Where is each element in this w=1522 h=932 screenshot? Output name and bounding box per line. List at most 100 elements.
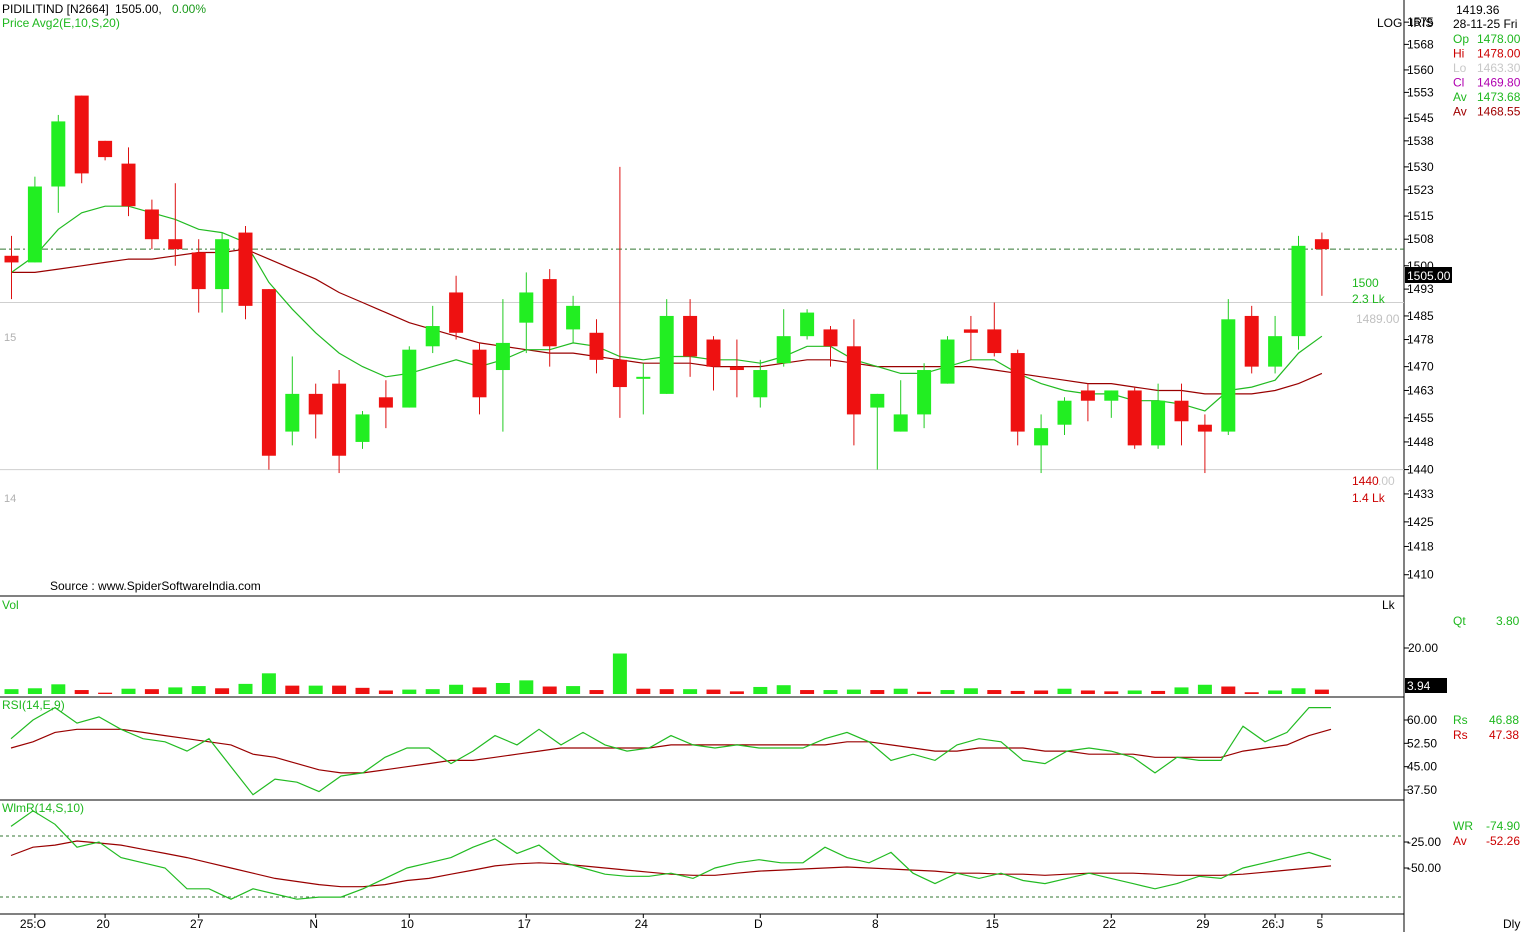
- candle-body: [215, 239, 230, 290]
- volume-bar: [238, 683, 253, 694]
- candle-body: [1291, 245, 1306, 337]
- volume-tick: 20.00: [1408, 641, 1438, 655]
- wmr-av-value: -52.26: [1486, 834, 1520, 848]
- rsi-rs1-label: Rs: [1453, 713, 1468, 727]
- volume-bar: [589, 690, 604, 694]
- support-volume: 1.4 Lk: [1352, 491, 1386, 505]
- candle-body: [800, 312, 815, 337]
- candle-body: [168, 239, 183, 250]
- candle-body: [542, 279, 557, 347]
- rsi-axis: 60.00 52.50 45.00 37.50: [1404, 713, 1437, 797]
- wmr-line: [10, 810, 1332, 900]
- rsi-tick-label: 37.50: [1407, 783, 1437, 797]
- indicator-label: Price Avg2(E,10,S,20): [2, 16, 120, 30]
- ohlc-value: 1468.55: [1477, 105, 1521, 119]
- candle-body: [1080, 390, 1095, 401]
- ohlc-label: Av: [1453, 90, 1467, 104]
- volume-bar: [1291, 688, 1306, 694]
- price-tick-label: 1425: [1407, 515, 1434, 529]
- rsi-line: [10, 706, 1331, 796]
- symbol-title: PIDILITIND [N2664]: [2, 2, 109, 16]
- candle-body: [729, 366, 744, 371]
- volume-bar: [402, 689, 417, 694]
- candle-body: [963, 329, 978, 333]
- volume-bar: [917, 691, 932, 694]
- volume-bar: [963, 688, 978, 694]
- volume-bar: [1010, 690, 1025, 694]
- volume-bar: [1080, 690, 1095, 694]
- candle-body: [355, 414, 370, 442]
- volume-bar: [1034, 690, 1049, 694]
- price-tick-label: 1433: [1407, 487, 1434, 501]
- volume-bar: [261, 673, 276, 694]
- candle-body: [4, 255, 19, 263]
- ohlc-value: 1478.00: [1477, 32, 1521, 46]
- candle-body: [566, 305, 581, 330]
- date-tick-label: 10: [401, 917, 415, 931]
- volume-bar: [870, 690, 885, 694]
- price-tick-label: 1448: [1407, 435, 1434, 449]
- date-tick-label: 5: [1317, 917, 1324, 931]
- volume-bar: [823, 690, 838, 694]
- candle-body: [1268, 336, 1283, 367]
- qt-label: Qt: [1453, 614, 1466, 628]
- volume-bar: [846, 689, 861, 694]
- price-tick-label: 1470: [1407, 360, 1434, 374]
- volume-bar: [51, 684, 66, 694]
- candle-body: [683, 315, 698, 357]
- current-price-tag: 1505.00: [1407, 269, 1451, 283]
- wmr-tick-label: -25.00: [1407, 835, 1441, 849]
- volume-bar: [472, 687, 487, 694]
- candle-body: [917, 370, 932, 415]
- volume-unit: Lk: [1382, 598, 1396, 612]
- log-scale-label: LOG: [1377, 16, 1402, 30]
- ohlc-value: 1478.00: [1477, 47, 1521, 61]
- support-price-tail: .00: [1378, 474, 1395, 488]
- date-tick-label: 29: [1196, 917, 1210, 931]
- price-axis: 1575 1568 1560 1553 1545 1538 1530 1523 1515 1508…: [1404, 15, 1434, 582]
- candle-body: [472, 349, 487, 398]
- price-tick-label: 1478: [1407, 333, 1434, 347]
- ohlc-label: Av: [1453, 105, 1467, 119]
- wmr-signal-line: [10, 840, 1332, 888]
- candle-body: [425, 326, 440, 347]
- price-tick-label: 1455: [1407, 411, 1434, 425]
- candle-body: [1057, 400, 1072, 425]
- rsi-rs2-value: 47.38: [1489, 728, 1519, 742]
- date-tick-label: 25:O: [20, 917, 46, 931]
- last-price: 1505.00,: [115, 2, 162, 16]
- volume-bar: [191, 686, 206, 694]
- volume-bar: [612, 653, 627, 694]
- volume-bar: [753, 686, 768, 694]
- volume-bar: [285, 685, 300, 694]
- volume-bar: [1057, 688, 1072, 694]
- support-price: 1440: [1352, 474, 1379, 488]
- wmr-av-label: Av: [1453, 834, 1467, 848]
- price-tick-label: 1553: [1407, 85, 1434, 99]
- candle-body: [893, 414, 908, 432]
- ohlc-value: 1469.80: [1477, 76, 1521, 90]
- price-tick-label: 1515: [1407, 209, 1434, 223]
- candle-body: [1197, 424, 1212, 432]
- volume-bar: [332, 685, 347, 694]
- wmr-axis: -25.00 -50.00: [1404, 835, 1441, 875]
- price-tick-label: 1575: [1407, 15, 1434, 29]
- price-horizontal-lines: [0, 248, 1404, 471]
- volume-bar: [495, 683, 510, 694]
- candle-body: [1151, 400, 1166, 446]
- ohlc-readout: Op 1478.00 Hi 1478.00 Lo 1463.30 Cl 1469.80 Av 14…: [1453, 32, 1521, 119]
- volume-bar: [1151, 690, 1166, 694]
- volume-bar: [800, 690, 815, 694]
- candle-body: [238, 232, 253, 306]
- volume-current: 3.94: [1407, 679, 1431, 693]
- volume-bar: [4, 689, 19, 694]
- volume-bar: [355, 687, 370, 694]
- price-tick-label: 1523: [1407, 183, 1434, 197]
- candle-body: [285, 393, 300, 432]
- date-tick-label: 22: [1103, 917, 1117, 931]
- candle-body: [261, 289, 276, 456]
- volume-bar: [449, 684, 464, 694]
- candle-body: [659, 315, 674, 394]
- left-mark-15: 15: [4, 332, 16, 344]
- candle-body: [495, 342, 510, 371]
